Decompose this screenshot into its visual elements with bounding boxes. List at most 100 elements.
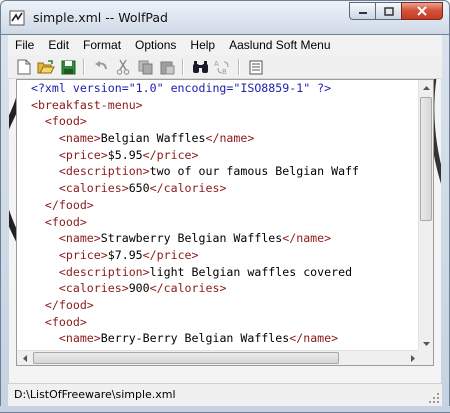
new-file-icon[interactable] — [15, 58, 33, 76]
menu-file[interactable]: File — [8, 35, 41, 55]
svg-text:B: B — [222, 68, 227, 75]
code-line[interactable]: <name>Belgian Waffles</name> — [17, 130, 420, 147]
editor-content[interactable]: <?xml version="1.0" encoding="ISO8859-1"… — [17, 80, 420, 351]
code-line[interactable]: <food> — [17, 314, 420, 331]
horizontal-scroll-thumb[interactable] — [33, 352, 339, 364]
scroll-up-arrow[interactable] — [419, 80, 433, 95]
code-text: 650 — [128, 181, 150, 196]
wolfpad-window: simple.xml -- WolfPad File Edit Format O… — [0, 0, 450, 413]
code-line[interactable]: <price>$7.95</price> — [17, 247, 420, 264]
xml-token: <description> — [58, 164, 150, 179]
code-line[interactable]: <price>$5.95</price> — [17, 147, 420, 164]
cut-icon[interactable] — [114, 58, 132, 76]
open-folder-icon[interactable] — [37, 58, 55, 76]
undo-icon[interactable] — [92, 58, 110, 76]
xml-token: <food> — [44, 214, 87, 229]
scroll-down-arrow[interactable] — [419, 336, 433, 351]
code-line[interactable]: <?xml version="1.0" encoding="ISO8859-1"… — [17, 80, 420, 97]
xml-token: <description> — [58, 264, 150, 279]
code-text: Strawberry Belgian Waffles — [100, 231, 283, 246]
window-frame-left — [0, 35, 9, 413]
menu-options[interactable]: Options — [128, 35, 183, 55]
word-wrap-icon[interactable] — [247, 58, 265, 76]
window-frame-bottom — [0, 406, 450, 413]
code-line[interactable]: <food> — [17, 113, 420, 130]
code-line[interactable]: <food> — [17, 214, 420, 231]
code-text: light Belgian waffles covered — [149, 264, 353, 279]
toolbar-separator — [83, 59, 85, 75]
code-line[interactable]: <name>Strawberry Belgian Waffles</name> — [17, 230, 420, 247]
xml-token: <calories> — [58, 181, 129, 196]
wolfpad-app-icon[interactable] — [9, 10, 25, 26]
xml-token: </name> — [289, 331, 339, 346]
xml-token: <food> — [44, 114, 87, 129]
code-line[interactable]: <description>light Belgian waffles cover… — [17, 264, 420, 281]
paste-icon[interactable] — [158, 58, 176, 76]
code-line[interactable]: </food> — [17, 297, 420, 314]
code-line[interactable]: <breakfast-menu> — [17, 97, 420, 114]
file-path: D:\ListOfFreeware\simple.xml — [14, 388, 176, 401]
code-line[interactable]: <name>Berry-Berry Belgian Waffles</name> — [17, 330, 420, 347]
code-line[interactable]: <description>two of our famous Belgian W… — [17, 163, 420, 180]
resize-grip-icon[interactable] — [428, 392, 440, 404]
code-text: Belgian Waffles — [100, 131, 206, 146]
xml-token: </food> — [44, 197, 94, 212]
xml-token: </name> — [205, 131, 255, 146]
xml-token: </calories> — [149, 281, 227, 296]
toolbar-separator — [182, 59, 184, 75]
vertical-scrollbar[interactable] — [418, 80, 433, 351]
scroll-left-arrow[interactable] — [17, 351, 32, 365]
status-bar: D:\ListOfFreeware\simple.xml — [8, 383, 442, 406]
find-icon[interactable] — [191, 58, 209, 76]
text-editor[interactable]: <?xml version="1.0" encoding="ISO8859-1"… — [16, 79, 434, 366]
code-line[interactable]: <calories>900</calories> — [17, 280, 420, 297]
xml-token: <name> — [58, 231, 101, 246]
menu-format[interactable]: Format — [76, 35, 128, 55]
scrollbar-corner — [418, 350, 433, 365]
window-title: simple.xml -- WolfPad — [33, 10, 168, 25]
vertical-scroll-thumb[interactable] — [420, 97, 432, 221]
horizontal-scrollbar[interactable] — [17, 350, 420, 365]
xml-token: <name> — [58, 331, 101, 346]
xml-token: </price> — [142, 247, 199, 262]
toolbar-separator — [238, 59, 240, 75]
minimize-button[interactable] — [349, 2, 375, 20]
minimize-icon — [358, 12, 367, 14]
code-line[interactable]: </food> — [17, 197, 420, 214]
code-text: Berry-Berry Belgian Waffles — [100, 331, 290, 346]
title-bar[interactable]: simple.xml -- WolfPad — [0, 0, 450, 35]
menu-edit[interactable]: Edit — [41, 35, 76, 55]
menu-aaslund-soft-menu[interactable]: Aaslund Soft Menu — [222, 35, 337, 55]
xml-token: <calories> — [58, 281, 129, 296]
maximize-button[interactable] — [375, 2, 401, 20]
toolbar: AB — [8, 55, 442, 79]
xml-token: </calories> — [149, 181, 227, 196]
code-text: two of our famous Belgian Waff — [149, 164, 360, 179]
code-line[interactable]: <calories>650</calories> — [17, 180, 420, 197]
xml-token: <food> — [44, 314, 87, 329]
xml-token: <breakfast-menu> — [30, 97, 143, 112]
xml-token: </food> — [44, 297, 94, 312]
close-button[interactable] — [401, 2, 443, 20]
xml-token: <price> — [58, 147, 108, 162]
copy-icon[interactable] — [136, 58, 154, 76]
replace-icon[interactable]: AB — [213, 58, 231, 76]
save-icon[interactable] — [59, 58, 77, 76]
close-icon — [417, 6, 427, 16]
menu-help[interactable]: Help — [183, 35, 222, 55]
xml-token: </price> — [142, 147, 199, 162]
code-text: 900 — [128, 281, 150, 296]
